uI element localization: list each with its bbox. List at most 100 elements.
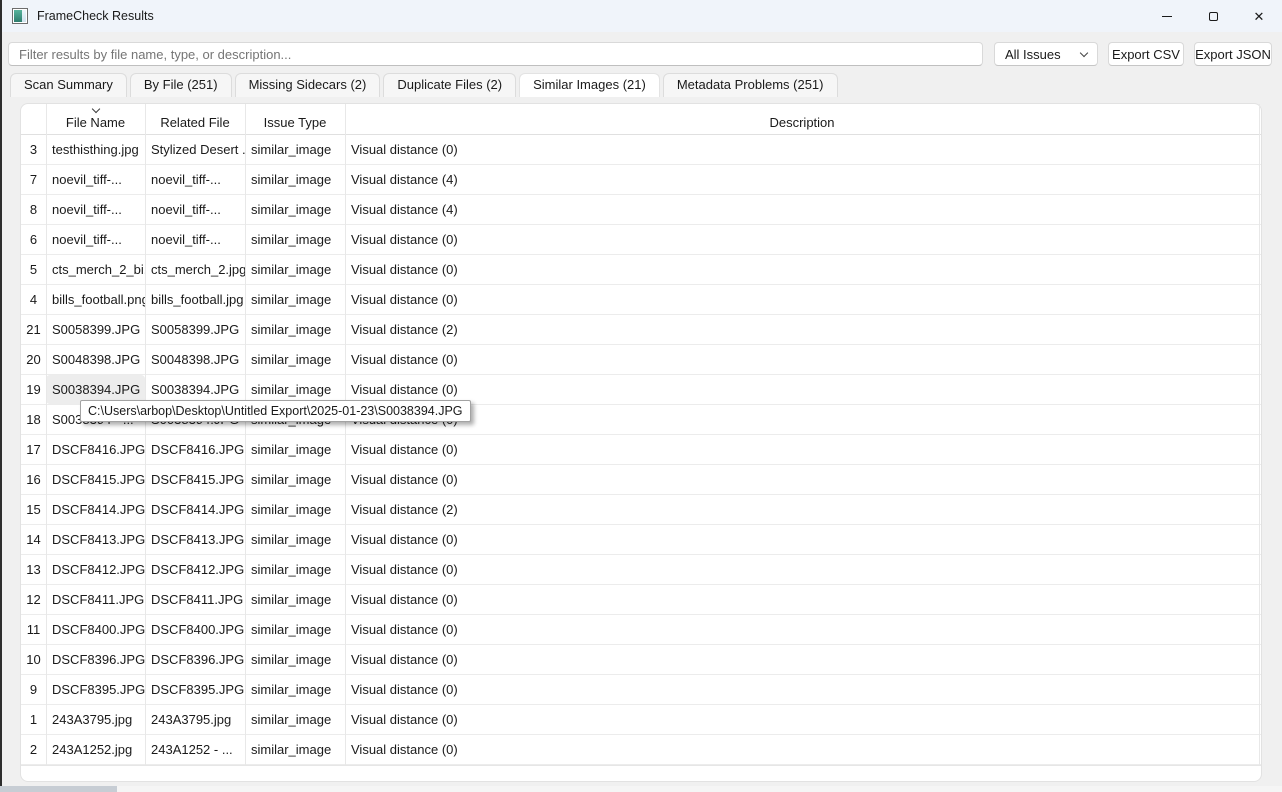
cell-file-name: noevil_tiff-... xyxy=(46,225,145,254)
cell-row-number: 9 xyxy=(21,675,46,704)
close-button[interactable]: ✕ xyxy=(1236,0,1282,32)
cell-file-name: testhisthing.jpg xyxy=(46,135,145,164)
cell-related-file: DSCF8412.JPG xyxy=(145,555,245,584)
column-header-related-file[interactable]: Related File xyxy=(145,104,245,134)
column-header-file-name[interactable]: File Name xyxy=(46,104,145,134)
column-header-description[interactable]: Description xyxy=(345,104,1259,134)
table-row[interactable]: 3testhisthing.jpgStylized Desert ...simi… xyxy=(21,135,1261,165)
table-row[interactable]: 17DSCF8416.JPGDSCF8416.JPGsimilar_imageV… xyxy=(21,435,1261,465)
cell-related-file: noevil_tiff-... xyxy=(145,225,245,254)
table-row[interactable]: 12DSCF8411.JPGDSCF8411.JPGsimilar_imageV… xyxy=(21,585,1261,615)
cell-description: Visual distance (0) xyxy=(345,135,1259,164)
cell-related-file: DSCF8416.JPG xyxy=(145,435,245,464)
export-csv-button[interactable]: Export CSV xyxy=(1108,42,1184,66)
table-row[interactable]: 15DSCF8414.JPGDSCF8414.JPGsimilar_imageV… xyxy=(21,495,1261,525)
cell-description: Visual distance (0) xyxy=(345,405,1259,434)
table-row[interactable]: 7noevil_tiff-...noevil_tiff-...similar_i… xyxy=(21,165,1261,195)
cell-related-file: DSCF8395.JPG xyxy=(145,675,245,704)
cell-issue-type: similar_image xyxy=(245,495,345,524)
maximize-button[interactable] xyxy=(1190,0,1236,32)
cell-row-number: 12 xyxy=(21,585,46,614)
cell-row-number: 7 xyxy=(21,165,46,194)
cell-related-file: DSCF8413.JPG xyxy=(145,525,245,554)
results-table: File Name Related File Issue Type Descri… xyxy=(21,104,1261,765)
table-row[interactable]: 5cts_merch_2_bi...cts_merch_2.jpgsimilar… xyxy=(21,255,1261,285)
cell-issue-type: similar_image xyxy=(245,585,345,614)
cell-issue-type: similar_image xyxy=(245,285,345,314)
tab-metadata-problems[interactable]: Metadata Problems (251) xyxy=(663,73,838,97)
table-row[interactable]: 16DSCF8415.JPGDSCF8415.JPGsimilar_imageV… xyxy=(21,465,1261,495)
cell-description: Visual distance (4) xyxy=(345,165,1259,194)
table-row[interactable]: 9DSCF8395.JPGDSCF8395.JPGsimilar_imageVi… xyxy=(21,675,1261,705)
close-icon: ✕ xyxy=(1254,10,1265,23)
cell-issue-type: similar_image xyxy=(245,195,345,224)
table-row[interactable]: 2243A1252.jpg243A1252 - ...similar_image… xyxy=(21,735,1261,765)
cell-row-number: 4 xyxy=(21,285,46,314)
cell-file-name: cts_merch_2_bi... xyxy=(46,255,145,284)
cell-row-number: 18 xyxy=(21,405,46,434)
cell-file-name: DSCF8395.JPG xyxy=(46,675,145,704)
filter-input[interactable] xyxy=(8,42,983,66)
column-header-issue-type[interactable]: Issue Type xyxy=(245,104,345,134)
tab-duplicate-files[interactable]: Duplicate Files (2) xyxy=(383,73,516,97)
cell-description: Visual distance (4) xyxy=(345,195,1259,224)
issue-filter-value: All Issues xyxy=(1005,47,1081,62)
table-header-row: File Name Related File Issue Type Descri… xyxy=(21,104,1261,135)
minimize-icon xyxy=(1162,16,1172,17)
tab-missing-sidecars[interactable]: Missing Sidecars (2) xyxy=(235,73,381,97)
cell-row-number: 20 xyxy=(21,345,46,374)
app-icon xyxy=(12,8,28,24)
cell-description: Visual distance (0) xyxy=(345,585,1259,614)
cell-description: Visual distance (0) xyxy=(345,525,1259,554)
table-row[interactable]: 6noevil_tiff-...noevil_tiff-...similar_i… xyxy=(21,225,1261,255)
cell-issue-type: similar_image xyxy=(245,225,345,254)
cell-file-name: S0048398.JPG xyxy=(46,345,145,374)
table-row[interactable]: 13DSCF8412.JPGDSCF8412.JPGsimilar_imageV… xyxy=(21,555,1261,585)
cell-related-file: S0058399.JPG xyxy=(145,315,245,344)
window-title: FrameCheck Results xyxy=(37,9,154,23)
issue-filter-dropdown[interactable]: All Issues xyxy=(994,42,1098,66)
tab-bar: Scan SummaryBy File (251)Missing Sidecar… xyxy=(10,73,838,97)
cell-issue-type: similar_image xyxy=(245,135,345,164)
column-divider xyxy=(145,104,146,765)
cell-description: Visual distance (0) xyxy=(345,465,1259,494)
cell-file-name: DSCF8396.JPG xyxy=(46,645,145,674)
cell-issue-type: similar_image xyxy=(245,315,345,344)
tab-similar-images[interactable]: Similar Images (21) xyxy=(519,73,660,97)
cell-row-number: 19 xyxy=(21,375,46,404)
column-divider xyxy=(1259,104,1260,765)
cell-description: Visual distance (0) xyxy=(345,675,1259,704)
cell-row-number: 8 xyxy=(21,195,46,224)
cell-issue-type: similar_image xyxy=(245,525,345,554)
desktop-strip-right xyxy=(117,786,1282,792)
export-json-button[interactable]: Export JSON xyxy=(1194,42,1272,66)
table-row[interactable]: 10DSCF8396.JPGDSCF8396.JPGsimilar_imageV… xyxy=(21,645,1261,675)
cell-file-name: noevil_tiff-... xyxy=(46,165,145,194)
title-bar: FrameCheck Results ✕ xyxy=(0,0,1282,32)
cell-issue-type: similar_image xyxy=(245,555,345,584)
table-row[interactable]: 1243A3795.jpg243A3795.jpgsimilar_imageVi… xyxy=(21,705,1261,735)
table-row[interactable]: 11DSCF8400.JPGDSCF8400.JPGsimilar_imageV… xyxy=(21,615,1261,645)
cell-row-number: 5 xyxy=(21,255,46,284)
cell-file-name: DSCF8412.JPG xyxy=(46,555,145,584)
column-divider xyxy=(46,104,47,765)
chevron-down-icon xyxy=(1080,48,1088,56)
cell-issue-type: similar_image xyxy=(245,705,345,734)
sort-descending-icon xyxy=(91,105,99,113)
cell-issue-type: similar_image xyxy=(245,435,345,464)
cell-row-number: 17 xyxy=(21,435,46,464)
tab-by-file[interactable]: By File (251) xyxy=(130,73,232,97)
cell-file-name: noevil_tiff-... xyxy=(46,195,145,224)
tab-scan-summary[interactable]: Scan Summary xyxy=(10,73,127,97)
table-row[interactable]: 4bills_football.pngbills_football.jpgsim… xyxy=(21,285,1261,315)
cell-file-name: DSCF8411.JPG xyxy=(46,585,145,614)
table-row[interactable]: 20S0048398.JPGS0048398.JPGsimilar_imageV… xyxy=(21,345,1261,375)
cell-description: Visual distance (0) xyxy=(345,225,1259,254)
cell-related-file: 243A1252 - ... xyxy=(145,735,245,764)
minimize-button[interactable] xyxy=(1144,0,1190,32)
table-row[interactable]: 8noevil_tiff-...noevil_tiff-...similar_i… xyxy=(21,195,1261,225)
cell-related-file: DSCF8400.JPG xyxy=(145,615,245,644)
cell-file-name: DSCF8414.JPG xyxy=(46,495,145,524)
table-row[interactable]: 21S0058399.JPGS0058399.JPGsimilar_imageV… xyxy=(21,315,1261,345)
table-row[interactable]: 14DSCF8413.JPGDSCF8413.JPGsimilar_imageV… xyxy=(21,525,1261,555)
